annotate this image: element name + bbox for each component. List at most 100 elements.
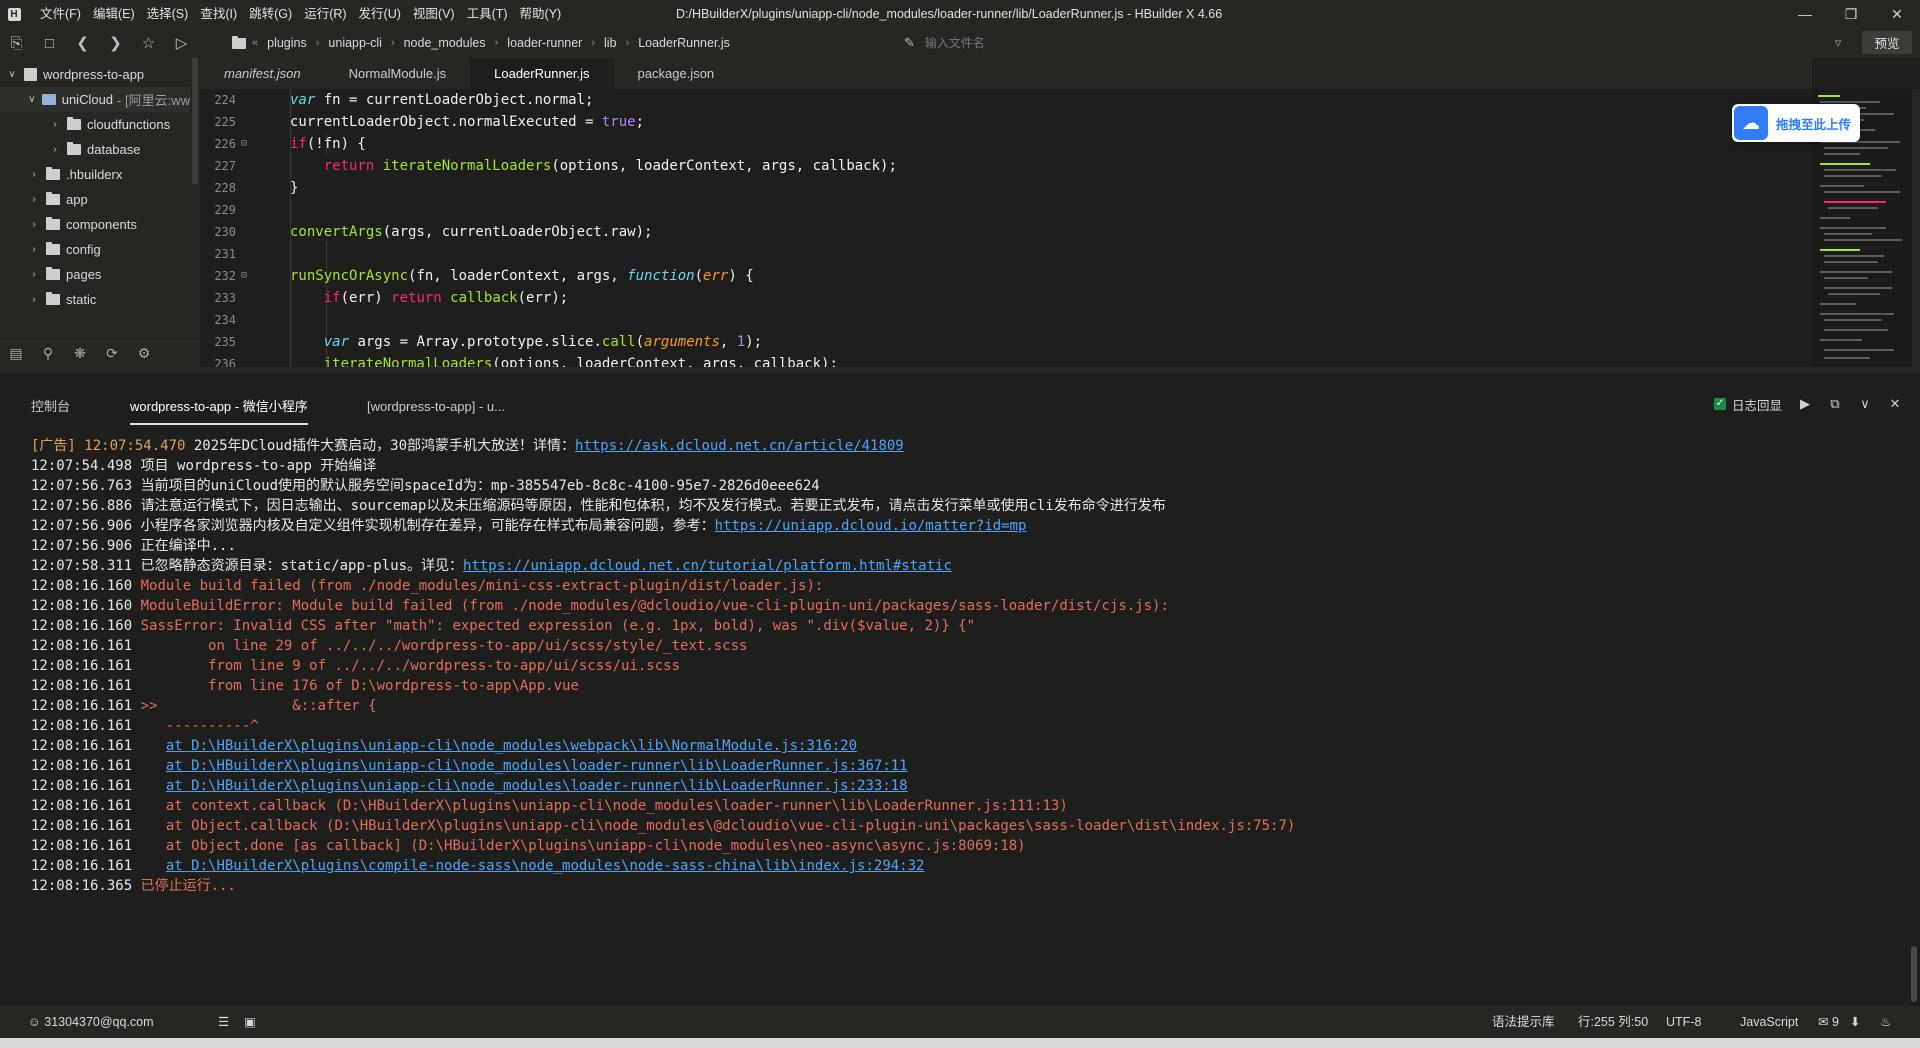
editor-scrollbar[interactable] — [1912, 89, 1920, 367]
back-icon[interactable]: ❮ — [66, 28, 99, 58]
console-link[interactable]: https://ask.dcloud.net.cn/article/41809 — [575, 438, 904, 454]
language-mode[interactable]: JavaScript — [1740, 1006, 1798, 1038]
tree-item-components[interactable]: › components — [0, 212, 190, 237]
menu-edit[interactable]: 编辑(E) — [87, 0, 141, 28]
menu-help[interactable]: 帮助(Y) — [514, 0, 568, 28]
chevron-right-icon: › — [32, 294, 36, 305]
syntax-hint[interactable]: 语法提示库 — [1492, 1006, 1555, 1038]
console-output[interactable]: [广告] 12:07:54.470 2025年DCloud插件大赛启动，30部鸿… — [0, 436, 1920, 1006]
tree-item-config[interactable]: › config — [0, 237, 190, 262]
console-line: 12:08:16.161 from line 176 of D:\wordpre… — [31, 678, 579, 694]
open-external-icon[interactable]: ⧉ — [1820, 392, 1850, 416]
breadcrumb-item[interactable]: uniapp-cli — [319, 36, 391, 50]
restore-icon[interactable]: ❐ — [1828, 0, 1874, 28]
tree-item-static[interactable]: › static — [0, 287, 190, 312]
breadcrumb-item[interactable]: node_modules — [395, 36, 495, 50]
console-link[interactable]: at D:\HBuilderX\plugins\uniapp-cli\node_… — [166, 738, 857, 754]
menu-publish[interactable]: 发行(U) — [353, 0, 407, 28]
source-control-icon[interactable]: ⟳ — [96, 339, 128, 368]
line-number: 235 — [214, 335, 236, 349]
console-link[interactable]: at D:\HBuilderX\plugins\uniapp-cli\node_… — [166, 758, 908, 774]
chevron-right-icon: › — [32, 244, 36, 255]
save-icon[interactable]: □ — [33, 28, 66, 58]
upload-widget[interactable]: ☁ 拖拽至此上传 — [1732, 104, 1860, 142]
encoding[interactable]: UTF-8 — [1666, 1006, 1701, 1038]
console-link[interactable]: at D:\HBuilderX\plugins\uniapp-cli\node_… — [166, 778, 908, 794]
debug-icon[interactable]: ❋ — [64, 339, 96, 368]
menu-select[interactable]: 选择(S) — [141, 0, 195, 28]
search-icon[interactable]: ⚲ — [32, 339, 64, 368]
minimize-icon[interactable]: — — [1782, 0, 1828, 28]
new-file-icon[interactable]: ⎘ — [0, 28, 33, 58]
message-icon: ✉ — [1818, 1015, 1829, 1029]
console-link[interactable]: at D:\HBuilderX\plugins\compile-node-sas… — [166, 858, 925, 874]
preview-button[interactable]: 预览 — [1862, 31, 1912, 54]
close-icon[interactable]: ✕ — [1874, 0, 1920, 28]
console-link[interactable]: https://uniapp.dcloud.io/matter?id=mp — [715, 518, 1027, 534]
notifications[interactable]: ✉ 9 — [1818, 1006, 1839, 1038]
star-icon[interactable]: ☆ — [132, 28, 165, 58]
tree-item-pages[interactable]: › pages — [0, 262, 190, 287]
chevron-down-icon[interactable]: ∨ — [1850, 392, 1880, 416]
cursor-position[interactable]: 行:255 列:50 — [1578, 1006, 1648, 1038]
folder-icon — [46, 217, 60, 230]
taskbar-strip — [0, 1038, 1920, 1048]
file-search-icon: ✎ — [904, 35, 915, 50]
sidebar-scrollbar[interactable] — [192, 58, 198, 184]
tab-wechat-miniprogram[interactable]: wordpress-to-app - 微信小程序 — [130, 397, 308, 425]
line-number: 234 — [214, 313, 236, 327]
cloud-folder-icon — [41, 94, 56, 105]
log-replay-checkbox[interactable]: ✓ 日志回显 — [1713, 395, 1782, 414]
tree-item-app[interactable]: › app — [0, 187, 190, 212]
code-editor[interactable]: 224 var fn = currentLoaderObject.normal; … — [200, 89, 1812, 367]
tab-console[interactable]: 控制台 — [31, 397, 70, 417]
breadcrumb-item[interactable]: plugins — [258, 36, 316, 50]
fold-icon[interactable]: ⊟ — [241, 265, 247, 287]
menu-run[interactable]: 运行(R) — [298, 0, 352, 28]
plugins-icon[interactable]: ⚙ — [128, 339, 160, 368]
tree-item-database[interactable]: › database — [0, 137, 190, 162]
menu-view[interactable]: 视图(V) — [407, 0, 461, 28]
file-search-input[interactable] — [922, 35, 1127, 51]
tree-item-project[interactable]: ∨ wordpress-to-app — [0, 62, 190, 87]
tab-manifest-json[interactable]: manifest.json — [200, 58, 325, 89]
tab-normalmodule-js[interactable]: NormalModule.js — [325, 58, 471, 89]
console-line: 12:07:56.886 请注意运行模式下，因日志输出、sourcemap以及未… — [31, 498, 1166, 514]
project-manager-icon[interactable]: ▤ — [0, 339, 32, 368]
console-link[interactable]: https://uniapp.dcloud.net.cn/tutorial/pl… — [463, 558, 952, 574]
play-icon[interactable]: ▶ — [1790, 392, 1820, 416]
run-icon[interactable]: ▷ — [165, 28, 198, 58]
console-line: 12:08:16.161 at D:\HBuilderX\plugins\uni… — [31, 738, 858, 754]
list-icon[interactable]: ☰ — [218, 1006, 229, 1038]
console-line: 12:07:54.498 项目 wordpress-to-app 开始编译 — [31, 458, 377, 474]
chevron-right-icon: › — [32, 269, 36, 280]
menu-file[interactable]: 文件(F) — [34, 0, 87, 28]
console-scrollbar[interactable] — [1911, 946, 1917, 1002]
tab-package-json[interactable]: package.json — [614, 58, 739, 89]
filter-icon[interactable]: ▿ — [1826, 28, 1850, 58]
terminal-icon[interactable]: ▣ — [244, 1006, 256, 1038]
fold-icon[interactable]: ⊟ — [241, 133, 247, 155]
breadcrumb-item[interactable]: loader-runner — [498, 36, 591, 50]
tab-loaderrunner-js[interactable]: LoaderRunner.js — [470, 58, 614, 89]
tree-item-unicloud[interactable]: ∨ uniCloud - [阿里云:ww — [0, 87, 190, 112]
breadcrumb-item[interactable]: lib — [595, 36, 626, 50]
tab-other-run[interactable]: [wordpress-to-app] - u... — [367, 397, 505, 417]
menu-tools[interactable]: 工具(T) — [461, 0, 514, 28]
account[interactable]: ☺ 31304370@qq.com — [28, 1006, 154, 1038]
menu-find[interactable]: 查找(I) — [194, 0, 243, 28]
console-line: 12:08:16.160 Module build failed (from .… — [31, 578, 824, 594]
breadcrumb-item[interactable]: LoaderRunner.js — [629, 36, 739, 50]
menu-goto[interactable]: 跳转(G) — [243, 0, 298, 28]
download-icon[interactable]: ⬇ — [1850, 1006, 1860, 1038]
close-panel-icon[interactable]: ✕ — [1880, 392, 1910, 416]
forward-icon[interactable]: ❯ — [99, 28, 132, 58]
tree-item-cloudfunctions[interactable]: › cloudfunctions — [0, 112, 190, 137]
user-icon: ☺ — [28, 1015, 41, 1029]
tree-item-hbuilderx[interactable]: › .hbuilderx — [0, 162, 190, 187]
code-line: currentLoaderObject.normalExecuted = tru… — [290, 114, 645, 130]
bell-icon[interactable]: ♨ — [1880, 1006, 1891, 1038]
code-line: iterateNormalLoaders(options, loaderCont… — [323, 356, 838, 367]
code-line: if(err) return callback(err); — [323, 290, 569, 306]
chevron-right-icon: › — [53, 144, 57, 155]
